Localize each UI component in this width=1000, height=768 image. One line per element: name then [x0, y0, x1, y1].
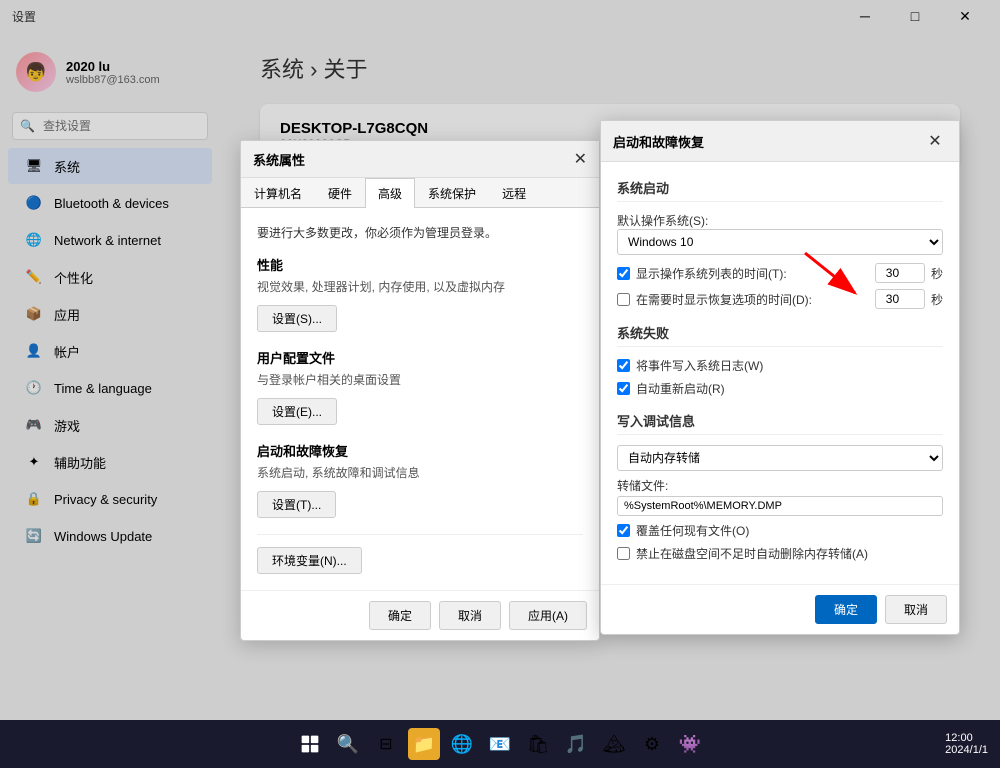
- user-profiles-title: 用户配置文件: [257, 348, 583, 367]
- task-view-button[interactable]: ⊟: [370, 728, 402, 760]
- sysprops-ok-button[interactable]: 确定: [369, 601, 431, 630]
- system-startup-heading: 系统启动: [617, 178, 943, 202]
- startup-recovery-desc: 系统启动, 系统故障和调试信息: [257, 464, 583, 481]
- recovery-modal-title: 启动和故障恢复: [613, 132, 704, 151]
- show-recovery-spinbox-wrap: 秒: [875, 289, 943, 309]
- clock: 12:002024/1/1: [945, 732, 988, 756]
- sysprops-apply-button[interactable]: 应用(A): [509, 601, 587, 630]
- photos-button[interactable]: 🏔: [598, 728, 630, 760]
- user-profiles-settings-button[interactable]: 设置(E)...: [257, 398, 337, 425]
- auto-restart-checkbox[interactable]: [617, 382, 630, 395]
- file-explorer-button[interactable]: 📁: [408, 728, 440, 760]
- overwrite-row: 覆盖任何现有文件(O): [617, 522, 943, 539]
- recovery-cancel-button[interactable]: 取消: [885, 595, 947, 624]
- recovery-close-button[interactable]: ✕: [923, 129, 947, 153]
- disable-paging-checkbox[interactable]: [617, 547, 630, 560]
- sysprops-close-button[interactable]: ✕: [574, 149, 587, 169]
- disable-paging-row: 禁止在磁盘空间不足时自动删除内存转储(A): [617, 545, 943, 562]
- system-failure-heading: 系统失败: [617, 323, 943, 347]
- show-list-unit: 秒: [931, 265, 943, 282]
- sysprops-note: 要进行大多数更改，你必须作为管理员登录。: [257, 224, 583, 241]
- sysprops-modal-body: 要进行大多数更改，你必须作为管理员登录。 性能 视觉效果, 处理器计划, 内存使…: [241, 208, 599, 590]
- overwrite-label: 覆盖任何现有文件(O): [636, 522, 749, 539]
- show-list-spinbox[interactable]: [875, 263, 925, 283]
- music-button[interactable]: 🎵: [560, 728, 592, 760]
- mail-button[interactable]: 📧: [484, 728, 516, 760]
- tab-computer-name[interactable]: 计算机名: [241, 178, 315, 208]
- performance-settings-button[interactable]: 设置(S)...: [257, 305, 337, 332]
- show-list-checkbox[interactable]: [617, 267, 630, 280]
- sysprops-modal-title: 系统属性: [253, 150, 305, 169]
- debug-type-select[interactable]: 自动内存转储: [617, 445, 943, 471]
- show-list-label: 显示操作系统列表的时间(T):: [636, 265, 869, 282]
- sysprops-cancel-button[interactable]: 取消: [439, 601, 501, 630]
- default-os-label: 默认操作系统(S):: [617, 212, 943, 229]
- user-profiles-desc: 与登录帐户相关的桌面设置: [257, 371, 583, 388]
- store-button[interactable]: 🛍: [522, 728, 554, 760]
- recovery-modal: 启动和故障恢复 ✕ 系统启动 默认操作系统(S): Windows 10 显示操…: [600, 120, 960, 635]
- show-list-spinbox-wrap: 秒: [875, 263, 943, 283]
- performance-desc: 视觉效果, 处理器计划, 内存使用, 以及虚拟内存: [257, 278, 583, 295]
- sysprops-modal: 系统属性 ✕ 计算机名 硬件 高级 系统保护 远程 要进行大多数更改，你必须作为…: [240, 140, 600, 641]
- startup-recovery-settings-button[interactable]: 设置(T)...: [257, 491, 336, 518]
- startup-recovery-title: 启动和故障恢复: [257, 441, 583, 460]
- recovery-modal-header: 启动和故障恢复 ✕: [601, 121, 959, 162]
- sysprops-modal-header: 系统属性 ✕: [241, 141, 599, 178]
- show-list-checkbox-row: 显示操作系统列表的时间(T): 秒: [617, 263, 943, 283]
- dump-file-row: 转储文件:: [617, 477, 943, 516]
- write-event-log-row: 将事件写入系统日志(W): [617, 357, 943, 374]
- env-vars-section: 环境变量(N)...: [257, 534, 583, 574]
- write-event-log-label: 将事件写入系统日志(W): [636, 357, 763, 374]
- write-event-log-checkbox[interactable]: [617, 359, 630, 372]
- startup-recovery-section: 启动和故障恢复 系统启动, 系统故障和调试信息 设置(T)...: [257, 441, 583, 518]
- show-recovery-row: 在需要时显示恢复选项的时间(D): 秒: [617, 289, 943, 309]
- debug-info-heading: 写入调试信息: [617, 411, 943, 435]
- sysprops-modal-footer: 确定 取消 应用(A): [241, 590, 599, 640]
- tab-advanced[interactable]: 高级: [365, 178, 415, 208]
- taskbar: 🔍 ⊟ 📁 🌐 📧 🛍 🎵 🏔 ⚙ 👾 12:002024/1/1: [0, 720, 1000, 768]
- default-os-row: 默认操作系统(S): Windows 10: [617, 212, 943, 255]
- show-recovery-checkbox-row: 在需要时显示恢复选项的时间(D): 秒: [617, 289, 943, 309]
- tab-remote[interactable]: 远程: [489, 178, 539, 208]
- user-profiles-section: 用户配置文件 与登录帐户相关的桌面设置 设置(E)...: [257, 348, 583, 425]
- show-recovery-unit: 秒: [931, 291, 943, 308]
- game-button[interactable]: 👾: [674, 728, 706, 760]
- disable-paging-label: 禁止在磁盘空间不足时自动删除内存转储(A): [636, 545, 868, 562]
- show-recovery-spinbox[interactable]: [875, 289, 925, 309]
- default-os-select[interactable]: Windows 10: [617, 229, 943, 255]
- recovery-modal-body: 系统启动 默认操作系统(S): Windows 10 显示操作系统列表的时间(T…: [601, 162, 959, 584]
- debug-type-row: 自动内存转储: [617, 445, 943, 471]
- performance-section: 性能 视觉效果, 处理器计划, 内存使用, 以及虚拟内存 设置(S)...: [257, 255, 583, 332]
- sysprops-modal-tabs: 计算机名 硬件 高级 系统保护 远程: [241, 178, 599, 208]
- show-recovery-label: 在需要时显示恢复选项的时间(D):: [636, 291, 869, 308]
- dump-file-input[interactable]: [617, 496, 943, 516]
- performance-title: 性能: [257, 255, 583, 274]
- env-vars-button[interactable]: 环境变量(N)...: [257, 547, 362, 574]
- search-button[interactable]: 🔍: [332, 728, 364, 760]
- tab-hardware[interactable]: 硬件: [315, 178, 365, 208]
- overwrite-checkbox[interactable]: [617, 524, 630, 537]
- auto-restart-row: 自动重新启动(R): [617, 380, 943, 397]
- show-list-row: 显示操作系统列表的时间(T): 秒: [617, 263, 943, 283]
- dump-file-label: 转储文件:: [617, 477, 943, 494]
- auto-restart-label: 自动重新启动(R): [636, 380, 725, 397]
- tab-system-protection[interactable]: 系统保护: [415, 178, 489, 208]
- show-recovery-checkbox[interactable]: [617, 293, 630, 306]
- chrome-button[interactable]: 🌐: [446, 728, 478, 760]
- settings-taskbar-button[interactable]: ⚙: [636, 728, 668, 760]
- recovery-ok-button[interactable]: 确定: [815, 595, 877, 624]
- recovery-modal-footer: 确定 取消: [601, 584, 959, 634]
- taskbar-right: 12:002024/1/1: [945, 732, 988, 756]
- taskbar-center: 🔍 ⊟ 📁 🌐 📧 🛍 🎵 🏔 ⚙ 👾: [294, 728, 706, 760]
- start-button[interactable]: [294, 728, 326, 760]
